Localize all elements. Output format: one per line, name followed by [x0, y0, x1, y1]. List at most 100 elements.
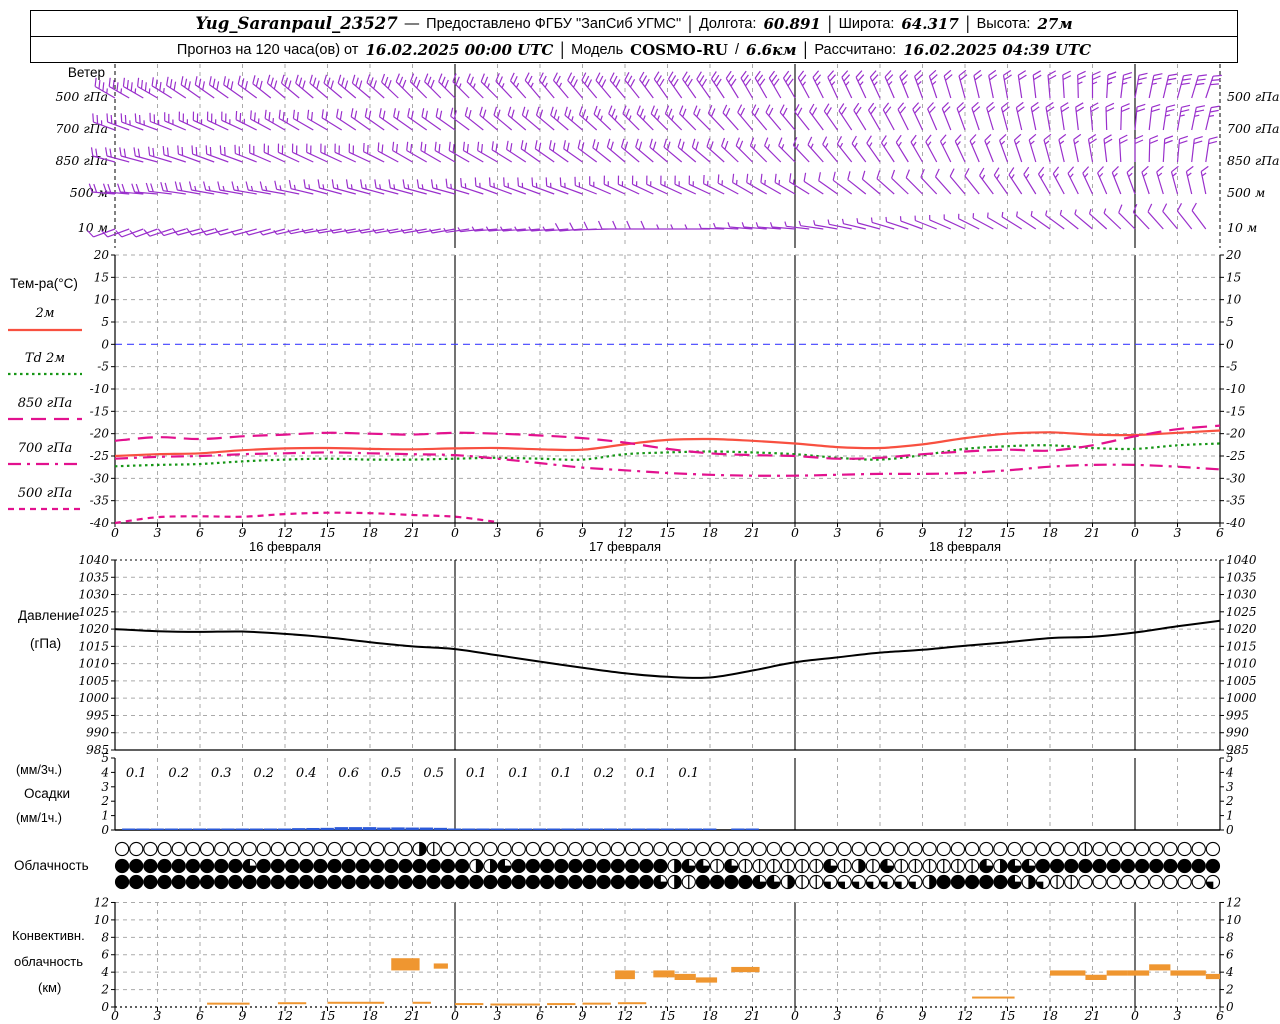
cloud-symbol [327, 841, 342, 857]
conv-xtick: 18 [1042, 1008, 1058, 1023]
temp-ytick-left: -15 [90, 404, 109, 418]
cloud-symbol [341, 841, 356, 857]
precip-hourly-bar [405, 827, 419, 830]
conv-section-title-2: облачность [14, 954, 83, 969]
conv-ytick-left: 8 [101, 930, 109, 944]
cloud-symbol [539, 874, 555, 890]
cloud-symbol [327, 874, 342, 890]
precip-3h-amount: 0.4 [296, 766, 317, 781]
cloud-symbol [610, 858, 626, 874]
precip-1h-units-label: (мм/1ч.) [16, 811, 62, 825]
cloud-symbol [398, 874, 413, 890]
cloud-symbol [284, 874, 300, 890]
cloud-symbol [1035, 858, 1051, 874]
precip-3h-units-label: (мм/3ч.) [16, 763, 62, 777]
cloud-symbol [724, 858, 739, 874]
temp-ytick-left: -35 [90, 494, 109, 508]
conv-xtick: 6 [196, 1008, 204, 1023]
conv-ytick-right: 0 [1226, 1000, 1234, 1014]
temp-xtick: 12 [957, 525, 973, 540]
cloud-symbol [993, 841, 1008, 857]
cloud-symbol [129, 874, 144, 890]
cloud-symbol [568, 874, 583, 890]
cloud-symbol [610, 841, 626, 857]
temp-legend-label: 700 гПа [18, 441, 73, 456]
precip-hourly-bar [150, 828, 164, 830]
cloud-symbol [369, 874, 385, 890]
pressure-ytick-left: 1030 [78, 588, 109, 602]
cloud-symbol [171, 858, 186, 874]
cloud-symbol [681, 858, 696, 874]
cloud-symbol [511, 841, 526, 857]
cloud-symbol [653, 841, 668, 857]
temp-ytick-left: -30 [90, 471, 110, 485]
cloud-symbol [639, 874, 654, 890]
temp-ytick-left: -25 [90, 449, 109, 463]
conv-ytick-left: 6 [101, 948, 109, 962]
meteogram-chart: Ветер 500 гПа 500 гПа 700 гПа 700 гПа 850 гПа… [8, 64, 1280, 1023]
precip-hourly-bar [745, 828, 759, 830]
precip-hourly-bar [235, 828, 249, 830]
conv-ytick-right: 8 [1226, 930, 1234, 944]
conv-xtick: 18 [362, 1008, 378, 1023]
cloud-symbol [143, 874, 158, 890]
cloud-symbol [440, 874, 456, 890]
cloud-symbol [199, 841, 215, 857]
convective-cloud-block [207, 1002, 250, 1005]
cloud-symbol [242, 841, 257, 857]
precip-ytick-left: 3 [101, 780, 109, 794]
cloud-symbol [299, 858, 314, 874]
cloud-symbol [865, 874, 881, 890]
cloud-symbol [554, 858, 569, 874]
wind-barbs-row-700гПа [92, 101, 1220, 131]
cloud-symbol [1035, 841, 1051, 857]
cloud-symbol [922, 874, 937, 890]
cloud-symbol [242, 858, 257, 874]
cloud-symbol [412, 874, 427, 890]
precip-ytick-left: 1 [101, 809, 109, 823]
cloud-symbol [341, 858, 356, 874]
precip-3h-amount: 0.5 [423, 766, 444, 781]
cloud-symbol [724, 874, 739, 890]
temp-legend-label: 500 гПа [18, 486, 73, 501]
precip-ytick-right: 4 [1225, 765, 1234, 779]
precip-3h-amount: 0.1 [636, 766, 657, 781]
cloud-symbol [908, 858, 923, 874]
date-label: 17 февраля [589, 539, 661, 554]
convective-cloud-block [731, 966, 760, 973]
cloud-symbol [1106, 841, 1121, 857]
cloud-symbol [709, 874, 725, 890]
precip-hourly-bar [518, 828, 533, 830]
cloud-symbol [1149, 841, 1164, 857]
cloud-symbol [1149, 874, 1164, 890]
precip-ytick-left: 4 [100, 765, 109, 779]
cloud-symbol [369, 858, 385, 874]
cloud-symbol [1205, 841, 1221, 857]
cloud-symbol [384, 858, 399, 874]
precip-hourly-bar [348, 827, 363, 830]
cloud-symbol [384, 841, 399, 857]
conv-xtick: 6 [1216, 1008, 1224, 1023]
temp-xtick: 3 [154, 525, 162, 540]
cloud-symbol [185, 858, 201, 874]
convective-cloud-block [412, 1001, 431, 1004]
cloud-symbol [270, 841, 286, 857]
cloud-symbol [1021, 874, 1036, 890]
cloud-symbol [667, 874, 682, 890]
cloud-symbol [1191, 858, 1206, 874]
conv-ytick-right: 2 [1225, 983, 1234, 997]
conv-xtick: 9 [239, 1008, 247, 1023]
cloud-symbol [979, 841, 994, 857]
cloud-symbol [483, 841, 498, 857]
precip-hourly-bar [575, 828, 589, 830]
cloud-symbol [724, 841, 739, 857]
cloud-symbol [1177, 874, 1192, 890]
cloud-symbol [1205, 858, 1221, 874]
temp-xtick: 15 [1000, 525, 1016, 540]
cloud-symbol [525, 874, 541, 890]
temp-xtick: 18 [702, 525, 718, 540]
cloud-symbol [1092, 841, 1107, 857]
convective-cloud-block [695, 977, 718, 983]
cloud-symbol [327, 858, 342, 874]
pressure-ytick-left: 1040 [78, 553, 109, 567]
